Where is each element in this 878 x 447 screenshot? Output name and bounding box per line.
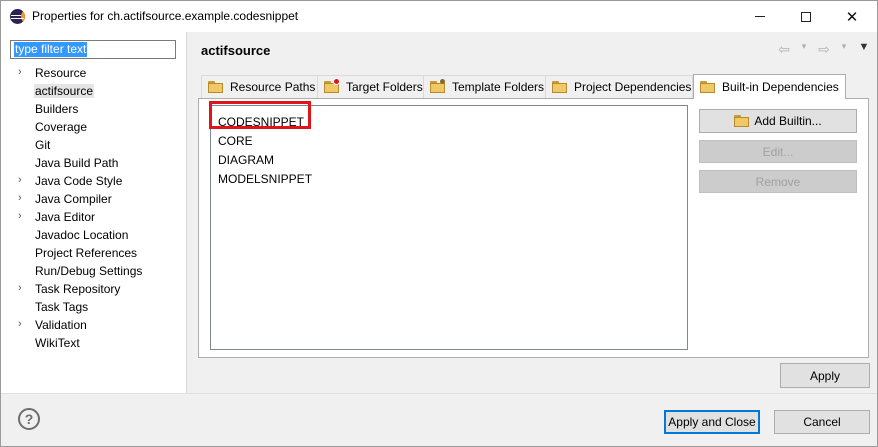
tree-item[interactable]: › Resource [1,65,187,82]
list-item[interactable]: DIAGRAM [218,153,274,167]
cancel-button[interactable]: Cancel [774,410,870,434]
navigation-controls: ⇦ ▾ ⇨ ▾ ▼ [776,41,872,58]
target-folder-icon [324,78,340,93]
maximize-button[interactable] [783,1,829,32]
minimize-button[interactable] [737,1,783,32]
tab-label: Template Folders [452,80,545,94]
tab-built-in-dependencies[interactable]: Built-in Dependencies [693,74,846,99]
properties-dialog: Properties for ch.actifsource.example.co… [0,0,878,447]
builtin-list[interactable]: CODESNIPPET CORE DIAGRAM MODELSNIPPET [209,101,688,350]
tree-item[interactable]: › Task Repository [1,281,187,298]
window-title: Properties for ch.actifsource.example.co… [32,9,299,23]
edit-button[interactable]: Edit... [699,140,857,163]
page-title: actifsource [201,43,271,58]
back-arrow-icon[interactable]: ⇦ [776,41,792,58]
tree-item-label: Builders [35,102,79,116]
tree-item[interactable]: Coverage [1,119,187,136]
tree-item-label: Project References [35,246,138,260]
tree-item-label: Git [35,138,51,152]
page-header: actifsource ⇦ ▾ ⇨ ▾ ▼ [188,32,877,68]
folder-icon [208,81,224,93]
tree-item-label: WikiText [35,336,80,350]
tab-label: Resource Paths [230,80,316,94]
tree-item[interactable]: Javadoc Location [1,227,187,244]
tab-project-dependencies[interactable]: Project Dependencies [545,75,693,98]
chevron-right-icon[interactable]: › [18,210,26,222]
tree-item[interactable]: Builders [1,101,187,118]
tree-item[interactable]: › Java Compiler [1,191,187,208]
tree-item[interactable]: › Validation [1,317,187,334]
forward-arrow-icon[interactable]: ⇨ [816,41,832,58]
tree-item-label: Task Tags [35,300,89,314]
tab-target-folders[interactable]: Target Folders [317,75,424,98]
add-builtin-label: Add Builtin... [754,114,822,128]
folder-icon [700,81,716,93]
chevron-right-icon[interactable]: › [18,282,26,294]
minimize-icon [755,16,765,17]
tab-label: Built-in Dependencies [722,80,839,94]
tree-item[interactable]: Task Tags [1,299,187,316]
tree-item-label: Task Repository [35,282,121,296]
tree-item[interactable]: Project References [1,245,187,262]
tree-item-label: Java Compiler [35,192,112,206]
tree-item-label: Resource [35,66,87,80]
apply-button[interactable]: Apply [780,363,870,388]
tree-item-label: Coverage [35,120,88,134]
forward-dropdown-icon[interactable]: ▾ [836,41,852,58]
apply-and-close-button[interactable]: Apply and Close [664,410,760,434]
help-icon[interactable]: ? [18,408,40,430]
built-in-dependencies-panel: CODESNIPPET CORE DIAGRAM MODELSNIPPET Ad… [198,98,869,358]
close-button[interactable]: ✕ [829,1,875,32]
chevron-right-icon[interactable]: › [18,66,26,78]
list-item[interactable]: CODESNIPPET [218,115,304,129]
tree-item-label: Java Code Style [35,174,123,188]
folder-icon [552,81,568,93]
template-folder-icon [430,79,446,93]
tab-template-folders[interactable]: Template Folders [423,75,546,98]
tree-item[interactable]: Run/Debug Settings [1,263,187,280]
title-bar: Properties for ch.actifsource.example.co… [1,1,877,32]
tree-item-label: Validation [35,318,87,332]
tree-item[interactable]: actifsource [1,83,187,100]
tree-item[interactable]: › Java Code Style [1,173,187,190]
tree-item[interactable]: › Java Editor [1,209,187,226]
tree-item-label: Javadoc Location [35,228,129,242]
folder-icon [734,115,750,127]
remove-button[interactable]: Remove [699,170,857,193]
add-builtin-button[interactable]: Add Builtin... [699,109,857,133]
list-item[interactable]: CORE [218,134,253,148]
filter-input[interactable]: type filter text [10,40,176,59]
tree-item-label: Run/Debug Settings [35,264,143,278]
chevron-right-icon[interactable]: › [18,318,26,330]
filter-input-text: type filter text [14,42,88,57]
chevron-right-icon[interactable]: › [18,174,26,186]
back-dropdown-icon[interactable]: ▾ [796,41,812,58]
list-item[interactable]: MODELSNIPPET [218,172,312,186]
view-menu-icon[interactable]: ▼ [856,41,872,58]
tree-item-label: Java Build Path [35,156,119,170]
tree-item-label: Java Editor [35,210,96,224]
tab-label: Project Dependencies [574,80,692,94]
tab-resource-paths[interactable]: Resource Paths [201,75,318,98]
tree-item[interactable]: WikiText [1,335,187,352]
tab-label: Target Folders [346,80,423,94]
eclipse-icon [10,9,25,24]
dialog-footer: ? Apply and Close Cancel [1,393,877,446]
chevron-right-icon[interactable]: › [18,192,26,204]
close-icon: ✕ [845,8,859,26]
tree-item[interactable]: Java Build Path [1,155,187,172]
tree-item-label: actifsource [34,84,95,98]
preference-tree-panel: type filter text › Resource actifsource Bui… [1,32,187,393]
tree-item[interactable]: Git [1,137,187,154]
maximize-icon [801,11,811,22]
